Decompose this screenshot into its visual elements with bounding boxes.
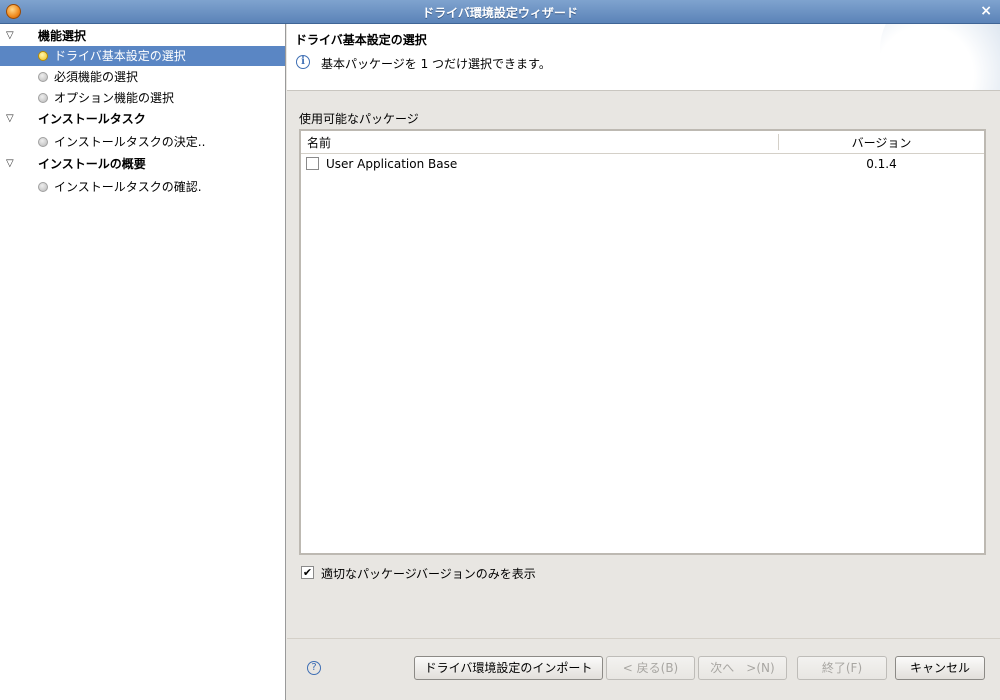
package-version: 0.1.4 — [866, 157, 897, 171]
info-icon: i — [296, 55, 310, 69]
cancel-button[interactable]: キャンセル — [895, 656, 985, 680]
tree-item-confirm-install-tasks[interactable]: インストールタスクの確認. — [0, 177, 285, 197]
tree-group-label: インストールの概要 — [38, 157, 146, 171]
step-pending-icon — [38, 93, 48, 103]
header-banner-graphic — [880, 24, 1000, 90]
show-applicable-versions-label: 適切なパッケージバージョンのみを表示 — [321, 567, 536, 581]
back-button[interactable]: < 戻る(B) — [606, 656, 695, 680]
page-header: ドライバ基本設定の選択 i 基本パッケージを 1 つだけ選択できます。 — [287, 24, 1000, 91]
window-title: ドライバ環境設定ウィザード — [422, 6, 578, 20]
expand-arrow-icon[interactable]: ▽ — [6, 154, 14, 174]
step-pending-icon — [38, 72, 48, 82]
title-bar: ドライバ環境設定ウィザード × — [0, 0, 1000, 24]
page-description: 基本パッケージを 1 つだけ選択できます。 — [321, 57, 551, 71]
package-name: User Application Base — [326, 157, 458, 171]
column-header-version[interactable]: バージョン — [779, 134, 984, 151]
divider — [287, 638, 1000, 639]
step-pending-icon — [38, 182, 48, 192]
table-row[interactable]: User Application Base 0.1.4 — [301, 153, 984, 175]
tree-item-required-features[interactable]: 必須機能の選択 — [0, 67, 285, 87]
step-pending-icon — [38, 137, 48, 147]
wizard-step-tree: ▽ 機能選択 ドライバ基本設定の選択 必須機能の選択 オプション機能の選択 ▽ … — [0, 24, 286, 700]
expand-arrow-icon[interactable]: ▽ — [6, 109, 14, 129]
column-header-name[interactable]: 名前 — [307, 134, 331, 151]
help-icon[interactable]: ? — [307, 661, 321, 675]
page-title: ドライバ基本設定の選択 — [295, 33, 427, 47]
package-checkbox[interactable] — [306, 157, 319, 170]
show-applicable-versions-checkbox[interactable]: ✔ — [301, 566, 314, 579]
packages-table[interactable]: 名前 バージョン User Application Base 0.1.4 — [299, 129, 986, 555]
tree-item-label: 必須機能の選択 — [54, 70, 139, 84]
tree-item-label: ドライバ基本設定の選択 — [54, 49, 186, 63]
tree-group-label: 機能選択 — [38, 29, 87, 43]
import-driver-config-button[interactable]: ドライバ環境設定のインポート — [414, 656, 603, 680]
wizard-page: ドライバ基本設定の選択 i 基本パッケージを 1 つだけ選択できます。 使用可能… — [287, 24, 1000, 700]
table-header: 名前 バージョン — [301, 131, 984, 154]
finish-button[interactable]: 終了(F) — [797, 656, 887, 680]
tree-item-label: インストールタスクの確認. — [54, 180, 202, 194]
tree-item-label: オプション機能の選択 — [54, 91, 175, 105]
tree-item-label: インストールタスクの決定.. — [54, 135, 206, 149]
tree-item-driver-base-config[interactable]: ドライバ基本設定の選択 — [0, 46, 285, 66]
tree-item-decide-install-tasks[interactable]: インストールタスクの決定.. — [0, 132, 285, 152]
tree-item-optional-features[interactable]: オプション機能の選択 — [0, 88, 285, 108]
next-button[interactable]: 次へ >(N) — [698, 656, 787, 680]
step-current-icon — [38, 51, 48, 61]
close-icon[interactable]: × — [980, 3, 992, 19]
tree-group-label: インストールタスク — [38, 112, 146, 126]
packages-label: 使用可能なパッケージ — [299, 112, 419, 126]
expand-arrow-icon[interactable]: ▽ — [6, 26, 14, 46]
